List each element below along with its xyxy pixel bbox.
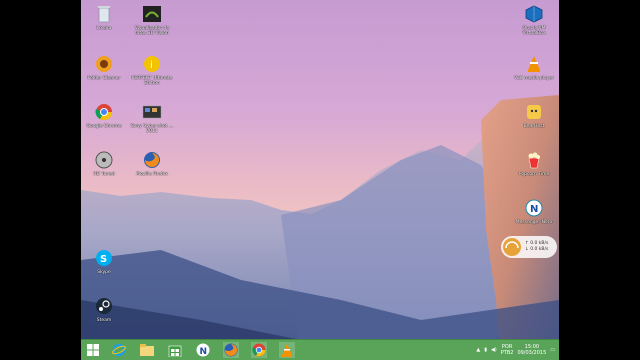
volume-icon[interactable]: ◀): [491, 347, 497, 353]
folder-cleaner-icon: [94, 54, 114, 74]
desktop-icon-hd-tune[interactable]: HD Tuned: [82, 150, 126, 198]
recycle-bin-icon: [94, 4, 114, 24]
store-icon: [168, 345, 182, 357]
desktop-icon-3d-vision[interactable]: Visualizador de fotos 3D Vision: [130, 4, 174, 52]
desktop-icon-label: Folder Cleaner: [87, 76, 121, 81]
desktop-icon-label: Messenger Nero: [515, 220, 553, 225]
taskbar-firefox[interactable]: [223, 342, 239, 358]
svg-text:S: S: [100, 254, 107, 265]
desktop-icon-label: PERFECT Ultimate Edition: [131, 76, 173, 86]
desktop-icon-label: Skype: [97, 270, 111, 275]
taskbar-file-explorer[interactable]: [139, 342, 155, 358]
desktop-icon-label: BearHost: [523, 124, 545, 129]
input-language[interactable]: POR PTB2: [501, 344, 514, 356]
svg-text:N: N: [200, 347, 208, 357]
nero-taskbar-icon: N: [196, 343, 210, 357]
desktop-icon-vlc[interactable]: VLC media player: [512, 54, 556, 102]
download-speed-value: 0.0 kB/s: [530, 247, 549, 252]
desktop-icon-skype[interactable]: S Skype: [82, 248, 126, 296]
bear-host-icon: [524, 102, 544, 122]
ie-icon: [112, 343, 126, 357]
desktop-icon-firefox[interactable]: Mozilla Firefox: [130, 150, 174, 198]
desktop-icon-chrome[interactable]: Google Chrome: [82, 102, 126, 150]
desktop-icon-virtualbox[interactable]: Oracle VM VirtualBox: [512, 4, 556, 52]
nvidia-3d-vision-icon: [142, 4, 162, 24]
desktop-icon-label: HD Tuned: [93, 172, 115, 177]
firefox-taskbar-icon: [224, 343, 238, 357]
desktop-icon-cyber-shot[interactable]: Sony Cyber-shot ... 2011: [130, 102, 174, 150]
firefox-icon: [142, 150, 162, 170]
desktop-icon-label: VLC media player: [514, 76, 554, 81]
download-speed: ↓ 0.0 kB/s: [525, 247, 549, 252]
desktop-icon-label: Visualizador de fotos 3D Vision: [134, 26, 170, 36]
tray-chevron-up-icon[interactable]: ▲: [476, 347, 480, 353]
upload-speed-value: 0.0 kB/s: [530, 241, 549, 246]
perfect-info-icon: i: [142, 54, 162, 74]
desktop-icon-bear-host[interactable]: BearHost: [512, 102, 556, 150]
taskbar: N ▲ ▮ ◀) POR PTB2 15:00 09/03/2015 ▭: [81, 339, 559, 360]
taskbar-store[interactable]: [167, 342, 183, 358]
desktop-icon-steam[interactable]: Steam: [82, 296, 126, 344]
desktop-icon-popcorn-time[interactable]: Popcorn Time: [512, 150, 556, 198]
network-icon[interactable]: ▮: [484, 347, 487, 353]
file-explorer-icon: [140, 344, 154, 356]
network-gauge-icon: [503, 238, 521, 256]
desktop-icon-folder-cleaner[interactable]: Folder Cleaner: [82, 54, 126, 102]
popcorn-time-icon: [524, 150, 544, 170]
vlc-taskbar-icon: [282, 344, 292, 357]
desktop-icon-label: Popcorn Time: [518, 172, 550, 177]
chrome-taskbar-icon: [252, 343, 266, 357]
system-tray: ▲ ▮ ◀) POR PTB2 15:00 09/03/2015 ▭: [476, 342, 555, 358]
desktop-icon-label: Sony Cyber-shot ... 2011: [130, 124, 174, 134]
keyboard-layout: PTB2: [500, 350, 514, 356]
taskbar-nero[interactable]: N: [195, 342, 211, 358]
desktop-icon-label: Mozilla Firefox: [136, 172, 168, 177]
vlc-icon: [524, 54, 544, 74]
chrome-icon: [94, 102, 114, 122]
desktop-icon-label: Oracle VM VirtualBox: [522, 26, 546, 36]
desktop-icon-label: Google Chrome: [86, 124, 122, 129]
windows-start-icon: [87, 344, 99, 356]
skype-icon: S: [94, 248, 114, 268]
notifications-icon[interactable]: ▭: [550, 347, 555, 353]
network-speed-widget[interactable]: ↑ 0.0 kB/s ↓ 0.0 kB/s: [501, 236, 557, 258]
desktop-icon-label: Steam: [96, 318, 112, 323]
hd-tune-icon: [94, 150, 114, 170]
taskbar-ie[interactable]: [111, 342, 127, 358]
svg-text:i: i: [150, 60, 153, 71]
desktop-icon-lixeira[interactable]: Lixeira: [82, 4, 126, 52]
clock[interactable]: 15:00 09/03/2015: [517, 344, 546, 356]
clock-date: 09/03/2015: [517, 350, 547, 356]
cyber-shot-icon: [142, 102, 162, 122]
virtualbox-icon: [524, 4, 544, 24]
desktop-icon-label: Lixeira: [96, 26, 112, 31]
svg-text:N: N: [530, 204, 538, 215]
taskbar-vlc[interactable]: [279, 342, 295, 358]
start-button[interactable]: [85, 342, 101, 358]
steam-icon: [94, 296, 114, 316]
taskbar-chrome[interactable]: [251, 342, 267, 358]
desktop-icon-perfect[interactable]: i PERFECT Ultimate Edition: [130, 54, 174, 102]
nero-icon: N: [524, 198, 544, 218]
